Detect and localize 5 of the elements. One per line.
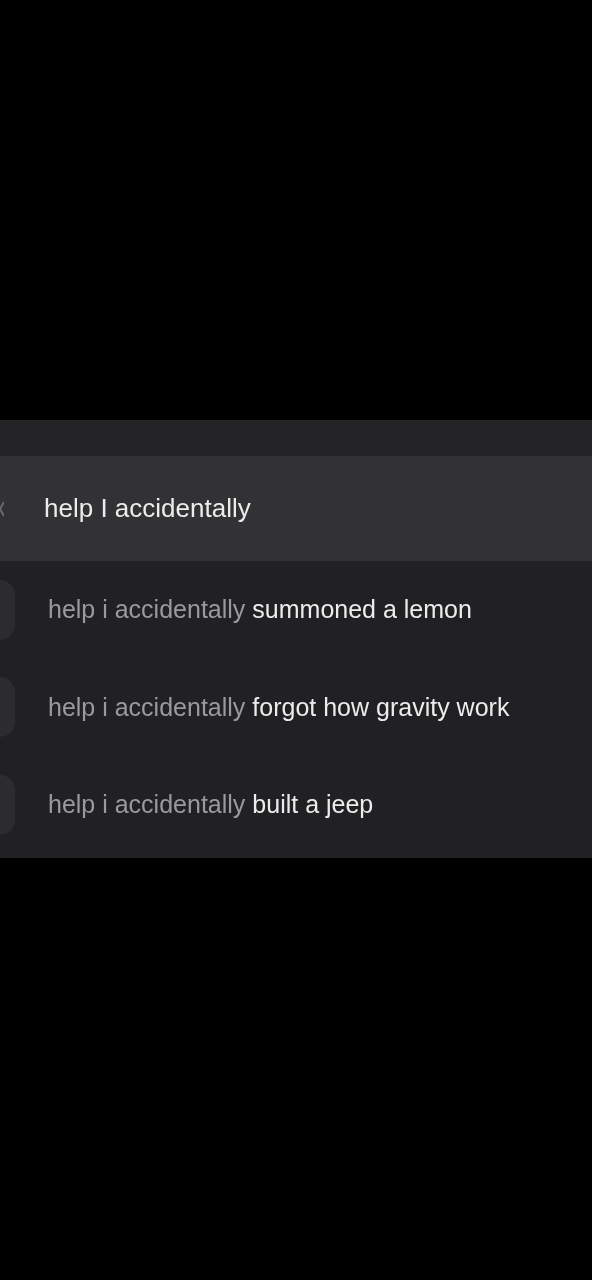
search-field[interactable]: help I accidentally bbox=[0, 456, 592, 561]
suggestion-item[interactable]: help i accidentally summoned a lemon bbox=[0, 561, 592, 659]
back-icon[interactable] bbox=[0, 500, 4, 517]
suggestion-item[interactable]: help i accidentally built a jeep bbox=[0, 756, 592, 854]
suggestion-item[interactable]: help i accidentally forgot how gravity work bbox=[0, 658, 592, 756]
